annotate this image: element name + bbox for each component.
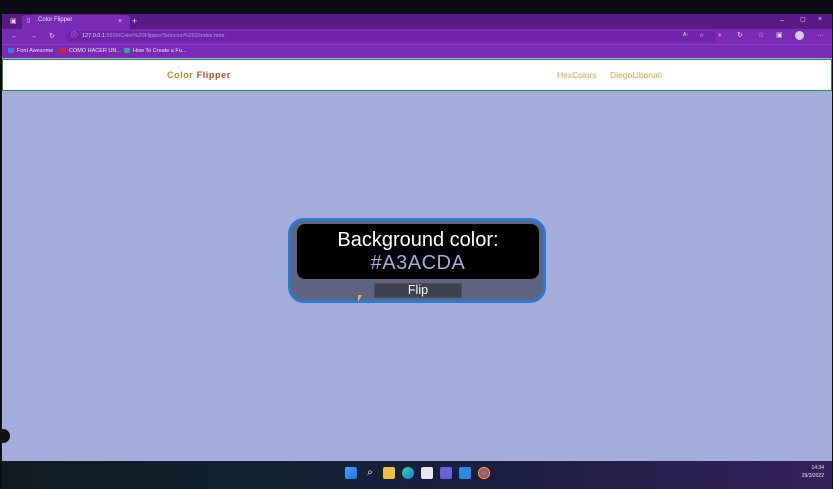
site-icon [124, 48, 130, 53]
mouse-cursor-icon [358, 295, 362, 302]
collections-icon[interactable]: ▣ [776, 32, 783, 39]
nav-link-diegolibonati[interactable]: DiegoLibonati [610, 70, 662, 80]
forward-icon[interactable]: → [30, 33, 37, 40]
folder-icon [8, 48, 14, 53]
extension-icon[interactable]: ♦ [718, 32, 722, 39]
favorite-add-icon[interactable]: ☆ [699, 33, 704, 39]
vscode-icon[interactable] [459, 467, 471, 479]
color-card: Background color: #A3ACDA Flip [288, 218, 546, 303]
store-icon[interactable] [421, 467, 433, 479]
brand-logo[interactable]: Color Flipper [167, 70, 231, 80]
favorites-icon[interactable]: ☆ [758, 32, 764, 39]
nav-link-hexcolors[interactable]: HexColors [557, 70, 597, 80]
read-aloud-icon[interactable]: A↑ [683, 33, 689, 38]
page-icon: ▯ [27, 18, 31, 24]
page-body: Color Flipper HexColors DiegoLibonati Ba… [0, 58, 832, 461]
clock-time: 14:34 [811, 465, 824, 471]
search-icon[interactable]: ⌕ [364, 467, 376, 479]
browser-tab-bar: ▣ ▯ Color Flipper × + – ▢ × [2, 14, 832, 29]
url-text[interactable]: 127.0.0.1:5500/Color%20Flipper/Solucion%… [82, 33, 224, 39]
flip-button[interactable]: Flip [374, 283, 462, 298]
bookmark-font-awesome[interactable]: Font Awesome [8, 48, 53, 54]
bookmark-how-to-create[interactable]: How To Create a Fu... [124, 48, 186, 54]
youtube-icon [60, 48, 66, 53]
info-icon[interactable]: ⓘ [71, 33, 77, 39]
bookmark-como-hacer[interactable]: COMO HACER UN... [60, 48, 121, 54]
system-clock[interactable]: 14:34 29/3/2022 [802, 464, 824, 480]
refresh-extension-icon[interactable]: ↻ [737, 32, 743, 39]
background-color-label: Background color: [337, 229, 499, 251]
refresh-icon[interactable]: ↻ [49, 33, 55, 40]
tab-actions-icon[interactable]: ▣ [10, 18, 17, 25]
address-bar[interactable]: ⓘ 127.0.0.1:5500/Color%20Flipper/Solucio… [66, 31, 716, 42]
teams-icon[interactable] [440, 467, 452, 479]
clock-date: 29/3/2022 [801, 473, 824, 479]
browser-tab[interactable]: ▯ Color Flipper × [22, 15, 130, 29]
maximize-button[interactable]: ▢ [800, 17, 806, 23]
back-icon[interactable]: ← [11, 33, 18, 40]
background-color-value: #A3ACDA [370, 252, 466, 274]
profile-avatar[interactable] [795, 31, 804, 40]
browser-toolbar: ← → ↻ ⓘ 127.0.0.1:5500/Color%20Flipper/S… [2, 29, 832, 44]
windows-icon[interactable] [345, 467, 357, 479]
desktop-screen: ▣ ▯ Color Flipper × + – ▢ × ← → ↻ ⓘ 127.… [0, 0, 833, 489]
close-window-button[interactable]: × [818, 16, 822, 23]
chrome-icon[interactable] [478, 467, 490, 479]
navbar: Color Flipper HexColors DiegoLibonati [2, 59, 832, 91]
edge-icon[interactable] [402, 467, 414, 479]
more-menu-icon[interactable]: ··· [817, 32, 824, 39]
taskbar: ⌕ 14:34 29/3/2022 [2, 461, 832, 489]
bookmarks-bar: Font Awesome COMO HACER UN... How To Cre… [2, 44, 832, 58]
tab-close-icon[interactable]: × [118, 18, 122, 25]
file-explorer-icon[interactable] [383, 467, 395, 479]
side-panel-toggle[interactable] [0, 429, 10, 443]
new-tab-button[interactable]: + [132, 17, 137, 26]
tab-title: Color Flipper [38, 17, 73, 23]
color-display: Background color: #A3ACDA [297, 224, 539, 279]
minimize-button[interactable]: – [780, 17, 784, 24]
